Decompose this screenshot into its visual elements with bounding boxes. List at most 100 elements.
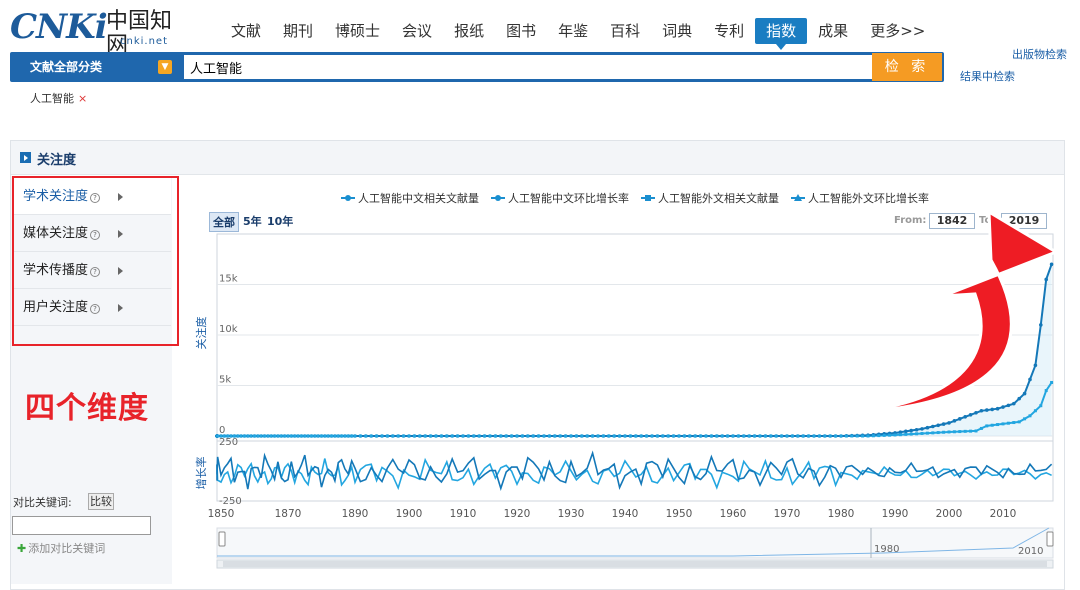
nav-item-4[interactable]: 报纸 [443,18,495,44]
logo-wordmark: CNKi [10,7,108,47]
data-point [353,434,357,438]
data-point [855,434,859,438]
data-point [952,419,957,423]
nav-item-11[interactable]: 成果 [807,18,859,44]
data-point [336,434,340,438]
data-point [1006,421,1010,425]
data-point [893,433,897,437]
nav-item-8[interactable]: 词典 [651,18,703,44]
data-point [263,434,267,438]
data-point [1022,391,1027,396]
data-point [655,434,659,438]
nav-item-0[interactable]: 文献 [220,18,272,44]
data-point [1044,389,1048,393]
data-point [898,433,902,437]
compare-button[interactable]: 比较 [88,493,114,510]
data-point [256,434,260,438]
data-point [1033,409,1037,413]
nav-item-6[interactable]: 年鉴 [547,18,599,44]
data-point [936,423,940,428]
data-point [634,434,638,438]
data-point [941,422,946,426]
cnki-logo[interactable]: CNKi 中国知网 cnki.net [10,6,190,58]
y-tick-label: 10k [219,324,238,335]
data-point [1028,414,1032,418]
red-arrow-icon [832,209,1060,416]
data-point [558,434,562,438]
data-point [947,421,951,425]
nav-item-3[interactable]: 会议 [391,18,443,44]
scrollbar-thumb [223,561,1047,567]
nav-item-12[interactable]: 更多>> [859,18,936,44]
data-point [682,434,686,438]
compare-input[interactable] [12,516,151,535]
add-compare-link[interactable]: ✚ 添加对比关键词 [17,540,105,556]
data-point [693,434,697,438]
data-point [747,434,751,438]
data-point [542,434,546,438]
nav-item-5[interactable]: 图书 [495,18,547,44]
data-point [763,434,767,438]
data-point [249,434,253,438]
nav-item-7[interactable]: 百科 [599,18,651,44]
data-point [758,434,762,438]
data-point [283,434,287,438]
chevron-down-icon[interactable]: ▼ [158,60,172,74]
data-point [871,434,875,438]
data-point [958,430,962,434]
x-tick-label: 2010 [990,508,1017,520]
data-point [350,434,354,438]
nav-item-1[interactable]: 期刊 [272,18,324,44]
data-point [623,434,627,438]
data-point [596,434,600,438]
data-point [979,426,983,430]
data-point [974,410,978,415]
data-point [931,431,935,435]
highlight-box [12,176,179,346]
data-point [326,434,330,438]
data-point [531,434,535,438]
search-button[interactable]: 检 索 [872,53,942,81]
x-tick-label: 1920 [504,508,531,520]
data-point [242,434,246,438]
search-input[interactable] [184,55,880,79]
publication-search-link[interactable]: 出版物检索 [1012,46,1067,62]
close-icon[interactable]: × [78,92,87,105]
attention-panel: 关注度 学术关注度? 媒体关注度? 学术传播度? 用户关注度? 四个维度 对比关键词:… [10,140,1065,590]
x-tick-label: 1970 [774,508,801,520]
data-point [1028,377,1032,382]
data-point [780,434,784,438]
data-point [493,434,497,438]
data-point [666,434,670,438]
panel-title: 关注度 [37,153,77,168]
data-point [364,434,368,438]
data-point [699,434,703,438]
data-point [358,434,362,438]
y-tick-label: 15k [219,274,238,285]
nav-item-2[interactable]: 博硕士 [324,18,391,44]
data-point [817,434,821,438]
dimension-sidebar: 学术关注度? 媒体关注度? 学术传播度? 用户关注度? 四个维度 对比关键词: 比较 … [11,176,179,584]
data-point [850,434,854,438]
data-point [769,434,773,438]
data-point [1001,405,1005,409]
data-point [1050,380,1054,384]
data-point [1033,363,1038,368]
data-point [279,434,283,438]
data-point [823,434,827,438]
data-point [828,434,832,438]
data-point [952,430,956,434]
data-point [990,423,994,427]
data-point [968,412,973,417]
data-point [477,434,481,438]
data-point [839,434,843,438]
data-point [483,434,487,438]
category-select[interactable]: 文献全部分类 ▼ [10,52,182,82]
search-in-results-link[interactable]: 结果中检索 [960,68,1015,84]
nav-item-10[interactable]: 指数 [755,18,808,50]
data-point [834,434,838,438]
nav-item-9[interactable]: 专利 [703,18,755,44]
data-point [286,434,290,438]
category-label: 文献全部分类 [30,60,103,74]
data-point [585,434,589,438]
